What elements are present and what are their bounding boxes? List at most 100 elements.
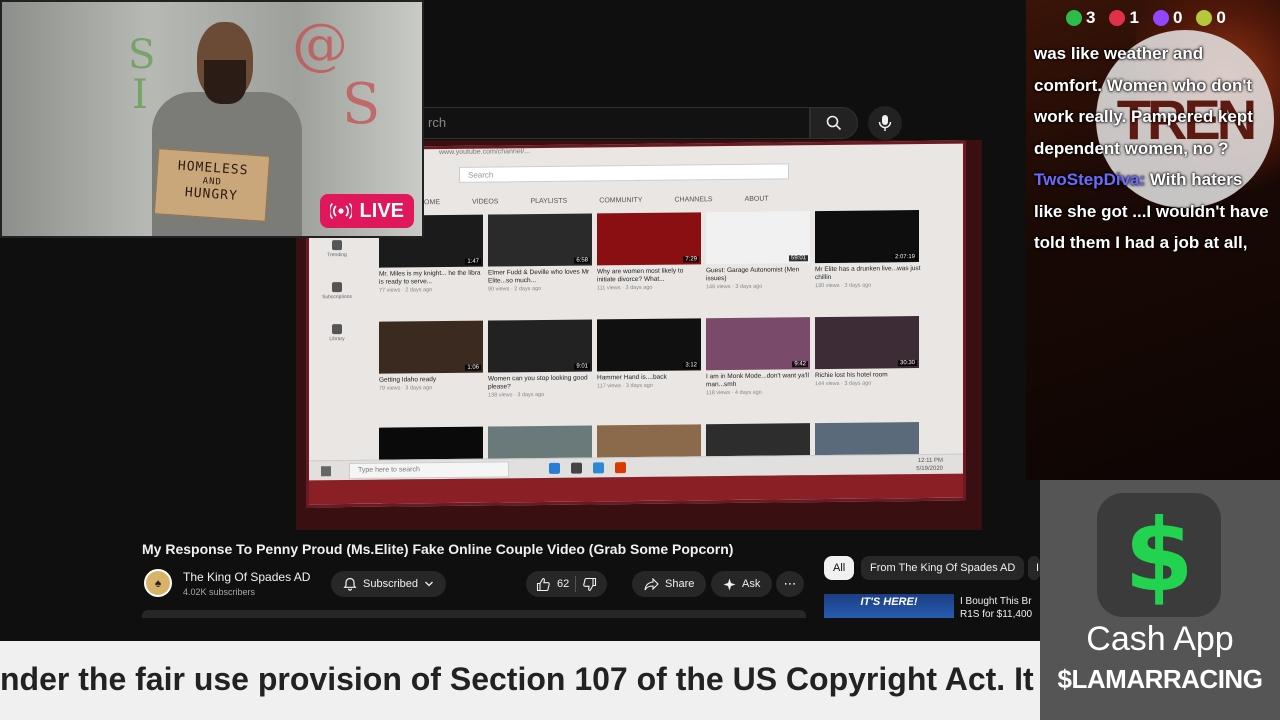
video-card: 7:29 Why are women most likely to initiat… [597, 212, 703, 311]
share-button[interactable]: Share [632, 571, 707, 597]
inner-sidebar: Trending Subscriptions Library [317, 240, 357, 366]
cashapp-tag: $LAMARRACING [1057, 664, 1263, 694]
video-card-meta: 130 views · 3 days ago [815, 282, 872, 290]
chip-from-channel[interactable]: From The King Of Spades AD [861, 556, 1025, 580]
live-badge: LIVE [319, 194, 414, 228]
browser-url: www.youtube.com/channel/... [439, 148, 531, 157]
stat-value: 3 [1086, 8, 1096, 27]
recommended-title[interactable]: I Bought This Br R1S for $11,400 [960, 595, 1040, 619]
video-thumbnail: 1:06 [379, 320, 483, 374]
subscriber-count: 4.02K subscribers [183, 587, 256, 597]
video-card-title: Guest: Garage Autonomist (Men issues) [706, 266, 800, 283]
video-card-meta: 90 views · 2 days ago [488, 285, 542, 293]
bell-icon [343, 577, 357, 591]
ask-label: Ask [742, 578, 761, 590]
channel-avatar[interactable]: ♠ [144, 569, 172, 597]
sidebar-icon [332, 324, 342, 335]
sidebar-icon [332, 240, 342, 251]
video-card-title: Getting Idaho ready [379, 376, 437, 384]
inner-tab: PLAYLISTS [530, 197, 568, 206]
video-card-title: Mr Elite has a drunken live...was just c… [815, 265, 921, 282]
sidebar-label: Subscriptions [321, 293, 352, 301]
video-thumbnail: 9:42 [706, 317, 810, 371]
stream-screen: rch www.youtube.com/channel/... Search H… [0, 0, 1280, 720]
channel-name[interactable]: The King Of Spades AD [183, 570, 310, 584]
chip-all[interactable]: All [824, 556, 855, 580]
chevron-down-icon [425, 581, 434, 587]
video-card-meta: 118 views · 4 days ago [706, 389, 762, 397]
broadcast-icon [329, 203, 352, 219]
taskbar-clock: 12:11 PM 5/19/2020 [916, 457, 943, 473]
more-icon: ⋯ [783, 576, 797, 591]
dislike-button[interactable] [582, 577, 597, 592]
twitch-icon [1152, 10, 1169, 26]
video-duration: 7:29 [683, 256, 699, 263]
like-dislike-group: 62 [526, 571, 608, 597]
video-title: My Response To Penny Proud (Ms.Elite) Fa… [142, 541, 734, 557]
video-card-title: Elmer Fudd & Deville who loves Mr Elite.… [488, 268, 590, 285]
video-thumbnail: 2:07:19 [815, 210, 919, 264]
video-card-title: Mr. Miles is my knight... he the libra i… [379, 269, 481, 286]
video-card: 3:12 Hammer Hand is....back 117 views · 3 … [597, 318, 703, 417]
chat-messages: was like weather and comfort. Women who … [1034, 38, 1274, 259]
video-duration: 30:30 [897, 360, 917, 367]
video-thumbnail: 59:01 [706, 211, 810, 265]
inner-tab: CHANNELS [674, 196, 713, 204]
play-icon [1066, 10, 1082, 26]
search-button[interactable] [810, 107, 858, 139]
like-count: 62 [557, 578, 570, 590]
cashapp-overlay: $ Cash App $LAMARRACING [1040, 480, 1280, 720]
subscribed-button[interactable]: Subscribed [331, 571, 447, 597]
graffiti: S [342, 72, 381, 137]
video-card: 59:01 Guest: Garage Autonomist (Men issue… [706, 211, 812, 310]
chat-overlay: TREN 3100 was like weather and comfort. … [1026, 0, 1280, 480]
viewer-stats: 3 1 0 0 [1066, 8, 1226, 28]
inner-sidebar-item: Trending [317, 240, 357, 282]
more-actions-button[interactable]: ⋯ [776, 571, 804, 597]
video-card-meta: 77 views · 2 days ago [379, 287, 433, 294]
video-thumbnail: 3:12 [597, 318, 701, 372]
ask-button[interactable]: Ask [711, 571, 773, 597]
video-duration: 2:07:19 [892, 254, 917, 261]
divider [575, 576, 577, 592]
chat-username: TwoStepDiva: [1034, 170, 1146, 189]
cashapp-logo-icon: $ [1097, 493, 1221, 617]
video-card-meta: 146 views · 3 days ago [706, 283, 763, 291]
video-card: 6:58 Elmer Fudd & Deville who loves Mr El… [488, 213, 594, 312]
video-card-title: I am in Monk Mode...don't want ya'll man… [706, 372, 809, 389]
video-card-title: Richie lost his hotel room [815, 371, 888, 380]
video-duration: 9:01 [574, 363, 590, 370]
video-duration: 59:01 [788, 255, 808, 262]
thumbs-up-icon [536, 577, 550, 591]
stat-youtube: 1 [1109, 8, 1139, 28]
like-button[interactable]: 62 [536, 577, 569, 592]
search-input[interactable]: rch [424, 107, 810, 139]
video-card-meta: 79 views · 3 days ago [379, 385, 433, 392]
video-duration: 9:42 [792, 361, 808, 368]
inner-sidebar-item: Subscriptions [317, 282, 357, 324]
cashapp-name: Cash App [1086, 620, 1234, 658]
edge-icon [549, 462, 560, 474]
inner-tab: VIDEOS [472, 198, 499, 206]
search-icon [826, 115, 842, 131]
inner-tab: COMMUNITY [599, 196, 643, 205]
video-duration: 6:58 [574, 257, 590, 264]
cardboard-sign: HOMELESS AND HUNGRY [153, 148, 271, 222]
subscribed-label: Subscribed [363, 578, 419, 590]
store-icon [571, 462, 582, 474]
chat-message: was like weather and comfort. Women who … [1034, 44, 1253, 158]
video-thumbnail: 30:30 [815, 316, 919, 370]
channel-tabs: HOME VIDEOS PLAYLISTS COMMUNITY CHANNELS ABOU… [419, 196, 769, 207]
recommended-thumbnail[interactable]: IT'S HERE! [824, 594, 954, 618]
sparkle-icon [723, 578, 736, 590]
description-box[interactable] [142, 610, 806, 618]
chip-partial[interactable]: I [1028, 556, 1040, 580]
sidebar-icon [332, 282, 342, 293]
video-card-meta: 144 views · 3 days ago [815, 380, 872, 388]
video-card: 2:07:19 Mr Elite has a drunken live...was… [815, 210, 921, 309]
stat-play: 3 [1066, 8, 1095, 28]
live-label: LIVE [359, 199, 404, 222]
video-card: 1:06 Getting Idaho ready 79 views · 3 days… [379, 320, 485, 420]
live-camera-overlay: S I @ S HOMELESS AND HUNGRY LIVE [0, 0, 424, 238]
voice-search-button[interactable] [868, 106, 902, 140]
